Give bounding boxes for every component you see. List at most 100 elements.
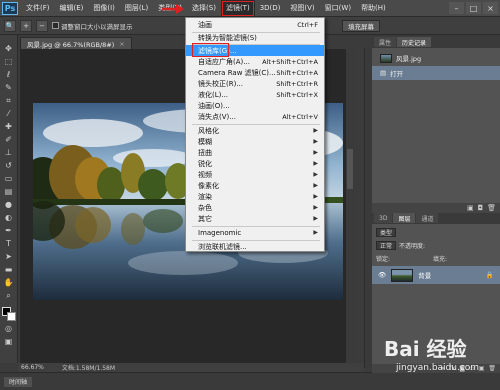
eyedropper-tool-icon[interactable]: ⁄	[3, 108, 15, 119]
menu-image[interactable]: 图像(I)	[88, 0, 120, 17]
background-color-swatch[interactable]	[6, 312, 16, 321]
shape-tool-icon[interactable]: ▬	[3, 264, 15, 275]
menu-item-label: 消失点(V)...	[198, 112, 236, 121]
status-bar: 66.67% 文档:1.58M/1.58M	[18, 363, 364, 372]
marquee-tool-icon[interactable]: ⬚	[3, 56, 15, 67]
menu-item-video[interactable]: 视频 ▶	[186, 169, 324, 180]
camera-snapshot-icon[interactable]: ◘	[478, 204, 484, 212]
color-swatches[interactable]	[1, 307, 16, 321]
menu-item-adaptive-wide-angle[interactable]: 自适应广角(A)... Alt+Shift+Ctrl+A	[186, 56, 324, 67]
menu-item-vanishing-point[interactable]: 消失点(V)... Alt+Ctrl+V	[186, 111, 324, 122]
minimize-button[interactable]: –	[449, 2, 464, 14]
menu-item-label: 其它	[198, 214, 212, 223]
menu-item-other[interactable]: 其它 ▶	[186, 213, 324, 224]
menu-window[interactable]: 窗口(W)	[320, 0, 356, 17]
checkbox-box[interactable]	[52, 22, 59, 29]
type-tool-icon[interactable]: T	[3, 238, 15, 249]
menu-item-shortcut: Shift+Ctrl+A	[276, 68, 318, 77]
menu-file[interactable]: 文件(F)	[21, 0, 55, 17]
menu-item-camera-raw[interactable]: Camera Raw 滤镜(C)... Shift+Ctrl+A	[186, 67, 324, 78]
resize-window-checkbox[interactable]: 调整窗口大小以满屏显示	[52, 21, 133, 31]
document-info[interactable]: 文档:1.58M/1.58M	[62, 363, 115, 372]
zoom-tool-icon[interactable]: ⌕	[3, 290, 15, 301]
stamp-tool-icon[interactable]: ⊥	[3, 147, 15, 158]
quick-mask-icon[interactable]: ◎	[3, 323, 15, 334]
brush-tool-icon[interactable]: ✐	[3, 134, 15, 145]
blend-mode-select[interactable]: 正常	[376, 241, 397, 250]
menu-view[interactable]: 视图(V)	[285, 0, 319, 17]
zoom-in-icon[interactable]: +	[20, 19, 32, 32]
trash-icon[interactable]: 🗑	[487, 204, 496, 212]
gradient-tool-icon[interactable]: ▤	[3, 186, 15, 197]
history-panel-footer: ▣ ◘ 🗑	[372, 203, 500, 213]
maximize-button[interactable]: □	[466, 2, 481, 14]
menu-item-noise[interactable]: 杂色 ▶	[186, 202, 324, 213]
canvas-scrollbar[interactable]	[346, 49, 354, 363]
pen-tool-icon[interactable]: ✒	[3, 225, 15, 236]
menu-item-liquify[interactable]: 液化(L)... Shift+Ctrl+X	[186, 89, 324, 100]
submenu-arrow-icon: ▶	[313, 127, 318, 134]
timeline-tab[interactable]: 时间轴	[4, 376, 33, 387]
eye-visibility-icon[interactable]: 👁	[378, 271, 386, 279]
menu-item-imagenomic[interactable]: Imagenomic ▶	[186, 227, 324, 238]
menu-item-blur[interactable]: 模糊 ▶	[186, 136, 324, 147]
history-snapshot[interactable]: 风景.jpg	[372, 51, 500, 65]
tab-channels[interactable]: 通道	[416, 213, 439, 223]
blur-tool-icon[interactable]: ●	[3, 199, 15, 210]
zoom-level[interactable]: 66.67%	[21, 364, 44, 371]
close-document-icon[interactable]: ×	[119, 40, 124, 48]
menu-item-label: 风格化	[198, 126, 219, 135]
menu-filter[interactable]: 滤镜(T)	[220, 0, 255, 17]
close-button[interactable]: ×	[483, 2, 498, 14]
fill-screen-button[interactable]: 填充屏幕	[342, 20, 380, 32]
menu-bar: Ps 文件(F) 编辑(E) 图像(I) 图层(L) 类型(Y) 选择(S) 滤…	[0, 0, 500, 17]
menu-item-render[interactable]: 渲染 ▶	[186, 191, 324, 202]
snapshot-label: 风景.jpg	[396, 55, 422, 63]
tab-3d[interactable]: 3D	[374, 213, 393, 223]
quick-select-tool-icon[interactable]: ✎	[3, 82, 15, 93]
menu-item-shortcut: Shift+Ctrl+X	[276, 90, 318, 99]
zoom-out-icon[interactable]: −	[36, 19, 48, 32]
tab-layers[interactable]: 图层	[393, 213, 416, 223]
fill-label: 填充:	[433, 256, 448, 263]
screen-mode-icon[interactable]: ▣	[3, 336, 15, 347]
history-step[interactable]: ▤ 打开	[372, 66, 500, 80]
menu-item-label: 油画(O)...	[198, 101, 230, 110]
move-tool-icon[interactable]: ✥	[3, 43, 15, 54]
menu-item-oil-paint[interactable]: 油画(O)...	[186, 100, 324, 111]
layer-row-background[interactable]: 👁 背景 🔒	[372, 266, 500, 284]
panel-collapse-strip[interactable]	[364, 48, 372, 368]
lasso-tool-icon[interactable]: ℓ	[3, 69, 15, 80]
menu-3d[interactable]: 3D(D)	[255, 0, 286, 17]
new-document-from-state-icon[interactable]: ▣	[467, 204, 474, 212]
menu-item-stylize[interactable]: 风格化 ▶	[186, 125, 324, 136]
menu-item-pixelate[interactable]: 像素化 ▶	[186, 180, 324, 191]
zoom-tool-icon[interactable]: 🔍	[4, 19, 16, 32]
healing-tool-icon[interactable]: ✚	[3, 121, 15, 132]
menu-select[interactable]: 选择(S)	[187, 0, 221, 17]
submenu-arrow-icon: ▶	[313, 229, 318, 236]
dodge-tool-icon[interactable]: ◐	[3, 212, 15, 223]
path-select-tool-icon[interactable]: ➤	[3, 251, 15, 262]
menu-item-sharpen[interactable]: 锐化 ▶	[186, 158, 324, 169]
menu-edit[interactable]: 编辑(E)	[55, 0, 89, 17]
timeline-panel: 时间轴	[0, 372, 500, 390]
menu-item-lens-correction[interactable]: 镜头校正(R)... Shift+Ctrl+R	[186, 78, 324, 89]
tab-history[interactable]: 历史记录	[397, 37, 432, 47]
document-tab[interactable]: 风景.jpg @ 66.7%(RGB/8#) ×	[20, 37, 132, 49]
tab-properties[interactable]: 属性	[374, 37, 397, 47]
menu-layer[interactable]: 图层(L)	[120, 0, 153, 17]
scrollbar-thumb[interactable]	[347, 149, 353, 189]
eraser-tool-icon[interactable]: ▭	[3, 173, 15, 184]
submenu-arrow-icon: ▶	[313, 193, 318, 200]
menu-item-last-filter[interactable]: 油画 Ctrl+F	[186, 19, 324, 30]
menu-item-distort[interactable]: 扭曲 ▶	[186, 147, 324, 158]
layers-filter-row: 类型	[376, 227, 397, 238]
kind-filter-select[interactable]: 类型	[376, 228, 397, 237]
menu-help[interactable]: 帮助(H)	[356, 0, 391, 17]
crop-tool-icon[interactable]: ⌗	[3, 95, 15, 106]
hand-tool-icon[interactable]: ✋	[3, 277, 15, 288]
history-brush-tool-icon[interactable]: ↺	[3, 160, 15, 171]
menu-item-browse-online-filters[interactable]: 浏览联机滤镜...	[186, 241, 324, 252]
menu-item-convert-smart-filter[interactable]: 转换为智能滤镜(S)	[186, 32, 324, 43]
